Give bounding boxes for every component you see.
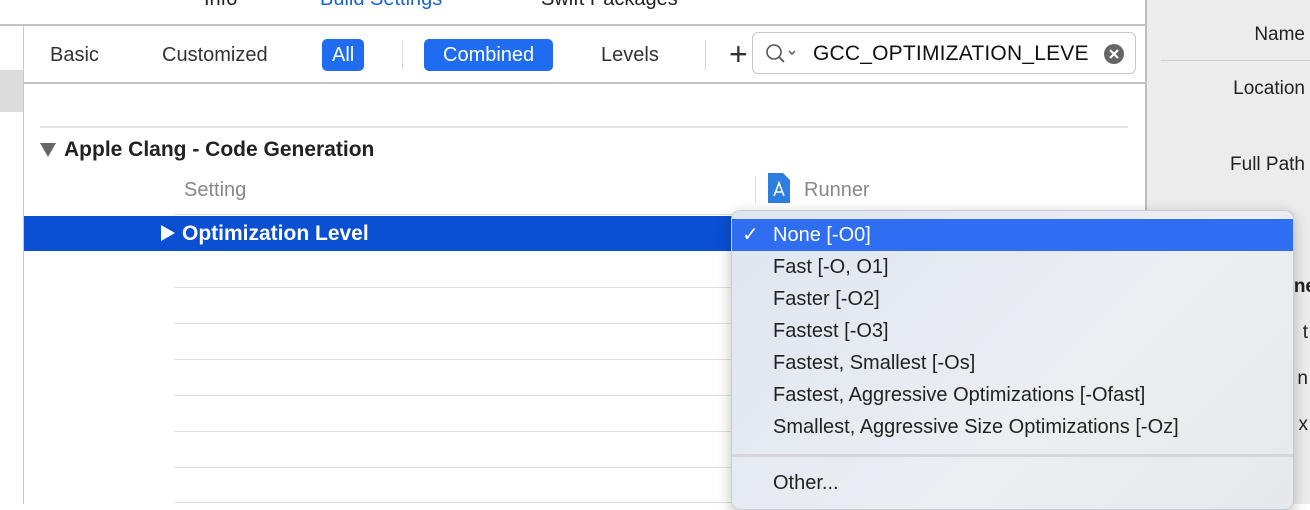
row-divider — [174, 395, 734, 396]
partial-label: ne — [1293, 276, 1310, 297]
row-divider — [174, 214, 734, 215]
divider — [40, 126, 1128, 128]
label-full-path: Full Path — [1230, 154, 1305, 175]
column-header-setting: Setting — [184, 179, 247, 201]
menu-item-ofast[interactable]: Fastest, Aggressive Optimizations [-Ofas… — [732, 379, 1293, 411]
table-row-optimization-level[interactable] — [24, 216, 734, 251]
divider — [1161, 60, 1310, 61]
row-divider — [174, 287, 734, 288]
menu-item-fast[interactable]: Fast [-O, O1] — [732, 251, 1293, 283]
partial-label: t — [1302, 322, 1308, 343]
section-title: Apple Clang - Code Generation — [64, 138, 375, 161]
partial-label: n — [1297, 368, 1308, 389]
row-divider — [174, 323, 734, 324]
checkmark-icon: ✓ — [742, 224, 759, 246]
filter-basic[interactable]: Basic — [40, 39, 109, 71]
tab-swift-packages[interactable]: Swift Packages — [541, 0, 678, 11]
menu-item-none[interactable]: ✓ None [-O0] — [732, 219, 1293, 251]
view-combined[interactable]: Combined — [424, 39, 554, 71]
label-name: Name — [1254, 24, 1305, 45]
disclosure-triangle-collapsed-icon[interactable] — [161, 225, 175, 241]
search-field[interactable]: GCC_OPTIMIZATION_LEVE — [752, 32, 1136, 74]
menu-item-fastest[interactable]: Fastest [-O3] — [732, 315, 1293, 347]
optimization-level-menu[interactable]: ✓ None [-O0] Fast [-O, O1] Faster [-O2] F… — [731, 210, 1294, 510]
label-location: Location — [1233, 78, 1305, 99]
menu-item-fastest-smallest[interactable]: Fastest, Smallest [-Os] — [732, 347, 1293, 379]
divider — [755, 176, 756, 204]
column-header-target: Runner — [804, 179, 870, 201]
menu-item-oz[interactable]: Smallest, Aggressive Size Optimizations … — [732, 411, 1293, 443]
row-divider — [174, 467, 734, 468]
tab-build-settings[interactable]: Build Settings — [320, 0, 442, 11]
menu-item-label: None [-O0] — [773, 224, 871, 246]
menu-item-faster[interactable]: Faster [-O2] — [732, 283, 1293, 315]
sidebar-selected-item[interactable] — [0, 70, 23, 112]
magnifier-dropdown-icon[interactable] — [765, 43, 799, 65]
divider — [402, 40, 403, 70]
filter-all[interactable]: All — [322, 39, 365, 71]
filter-customized[interactable]: Customized — [152, 39, 278, 71]
row-divider — [174, 502, 734, 503]
menu-separator — [732, 454, 1293, 457]
row-divider — [174, 359, 734, 360]
setting-name: Optimization Level — [182, 222, 369, 245]
search-input[interactable]: GCC_OPTIMIZATION_LEVE — [813, 42, 1089, 66]
menu-item-other[interactable]: Other... — [732, 467, 1293, 499]
clear-circle-icon[interactable] — [1103, 43, 1125, 65]
plus-icon[interactable]: + — [729, 36, 748, 73]
divider — [705, 40, 706, 70]
partial-label: x — [1298, 414, 1309, 435]
view-levels[interactable]: Levels — [591, 39, 669, 71]
disclosure-triangle-expanded-icon[interactable] — [40, 143, 56, 157]
tab-info[interactable]: Info — [204, 0, 237, 11]
row-divider — [174, 431, 734, 432]
app-target-icon — [768, 173, 790, 203]
